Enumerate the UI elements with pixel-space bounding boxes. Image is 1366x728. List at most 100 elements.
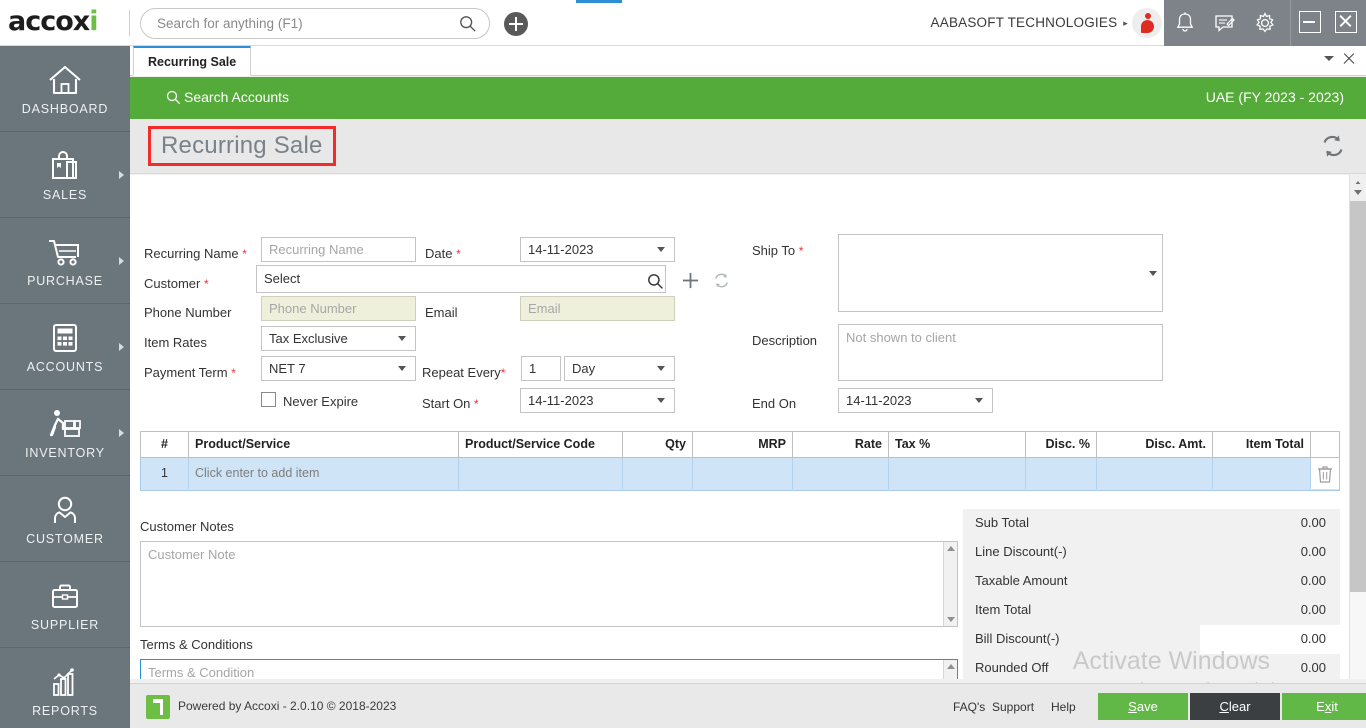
date-label: Date * xyxy=(425,246,461,261)
table-row[interactable]: 1 Click enter to add item xyxy=(140,458,1340,491)
grid-cell-code[interactable] xyxy=(459,458,623,489)
app-logo: accoxi xyxy=(8,6,128,40)
chevron-down-icon[interactable] xyxy=(975,398,983,403)
page-scrollbar[interactable] xyxy=(1349,175,1366,679)
avatar-dot-top xyxy=(1145,13,1151,19)
close-icon[interactable] xyxy=(1342,52,1356,66)
support-link[interactable]: Support xyxy=(992,700,1034,714)
tab-recurring-sale[interactable]: Recurring Sale xyxy=(133,46,252,76)
customer-notes-label: Customer Notes xyxy=(140,519,234,534)
total-row-taxable-amount: Taxable Amount 0.00 xyxy=(963,567,1340,596)
scroll-thumb[interactable] xyxy=(1350,192,1366,592)
chevron-down-icon[interactable] xyxy=(947,617,955,622)
trash-icon[interactable] xyxy=(1317,465,1333,483)
faqs-link[interactable]: FAQ's xyxy=(953,700,985,714)
sidebar-item-customer[interactable]: CUSTOMER xyxy=(0,476,130,562)
start-on-picker[interactable]: 14-11-2023 xyxy=(520,388,675,413)
chevron-down-icon[interactable] xyxy=(657,366,665,371)
grid-cell-rate[interactable] xyxy=(793,458,889,489)
item-rates-select[interactable]: Tax Exclusive xyxy=(261,326,416,351)
refresh-icon[interactable] xyxy=(1318,131,1348,161)
shopping-bag-icon xyxy=(0,146,130,186)
message-icon[interactable] xyxy=(1212,10,1238,36)
payment-term-select[interactable]: NET 7 xyxy=(261,356,416,381)
customer-notes-textarea[interactable] xyxy=(140,541,958,627)
minimize-button[interactable] xyxy=(1299,11,1321,33)
chevron-down-icon[interactable] xyxy=(657,398,665,403)
email-input[interactable] xyxy=(520,296,675,321)
exit-button[interactable]: Exit xyxy=(1282,693,1366,720)
date-picker[interactable]: 14-11-2023 xyxy=(520,237,675,262)
chevron-down-icon[interactable] xyxy=(398,366,406,371)
end-on-picker[interactable]: 14-11-2023 xyxy=(838,388,993,413)
recurring-name-input[interactable] xyxy=(261,237,416,262)
ship-to-select[interactable] xyxy=(838,234,1163,312)
payment-term-label: Payment Term * xyxy=(144,365,236,380)
search-input[interactable] xyxy=(157,9,447,38)
chevron-down-icon[interactable] xyxy=(657,247,665,252)
search-icon[interactable] xyxy=(647,273,664,290)
sidebar-item-reports[interactable]: REPORTS xyxy=(0,648,130,728)
sidebar-item-label: SALES xyxy=(42,188,88,202)
search-icon[interactable] xyxy=(166,90,181,105)
grid-cell-disc-amount[interactable] xyxy=(1097,458,1213,489)
chevron-down-icon[interactable] xyxy=(1149,271,1157,276)
chevron-up-icon[interactable] xyxy=(947,546,955,551)
bell-icon[interactable] xyxy=(1172,10,1198,36)
scroll-down-button[interactable] xyxy=(1350,184,1366,201)
active-window-indicator xyxy=(576,0,622,3)
total-value: 0.00 xyxy=(1300,544,1326,559)
refresh-icon[interactable] xyxy=(712,271,731,290)
items-grid: # Product/Service Product/Service Code Q… xyxy=(140,431,1340,491)
add-new-button[interactable] xyxy=(504,12,528,36)
grid-cell-tax[interactable] xyxy=(889,458,1026,489)
grid-cell-product[interactable]: Click enter to add item xyxy=(189,458,459,489)
grid-header-cell: Product/Service Code xyxy=(459,432,623,457)
gear-icon[interactable] xyxy=(1252,10,1278,36)
clear-button[interactable]: Clear xyxy=(1190,693,1280,720)
chevron-right-icon: ▸ xyxy=(1123,18,1128,28)
tab-label: Recurring Sale xyxy=(148,54,237,69)
total-value: 0.00 xyxy=(1300,515,1326,530)
plus-icon[interactable] xyxy=(681,271,700,290)
phone-number-input[interactable] xyxy=(261,296,416,321)
chevron-down-icon[interactable] xyxy=(1324,56,1334,61)
sidebar-item-purchase[interactable]: PURCHASE xyxy=(0,218,130,304)
start-on-value: 14-11-2023 xyxy=(528,393,594,408)
save-button[interactable]: Save xyxy=(1098,693,1188,720)
close-button[interactable] xyxy=(1335,11,1357,33)
help-link[interactable]: Help xyxy=(1051,700,1076,714)
terms-conditions-textarea[interactable] xyxy=(140,659,958,679)
sidebar-item-dashboard[interactable]: DASHBOARD xyxy=(0,46,130,132)
search-icon[interactable] xyxy=(459,15,477,33)
avatar-dot-body xyxy=(1141,20,1154,33)
total-label: Rounded Off xyxy=(975,660,1049,675)
grid-header-cell: Qty xyxy=(623,432,693,457)
bar-chart-icon xyxy=(0,662,130,702)
grid-header-cell: Product/Service xyxy=(189,432,459,457)
grid-cell-mrp[interactable] xyxy=(693,458,793,489)
grid-cell-qty[interactable] xyxy=(623,458,693,489)
grid-cell-item-total[interactable] xyxy=(1213,458,1311,489)
chevron-up-icon[interactable] xyxy=(947,664,955,669)
topbar-icon-zone xyxy=(1164,0,1290,46)
grid-cell-disc-percent[interactable] xyxy=(1026,458,1097,489)
never-expire-checkbox[interactable] xyxy=(261,392,276,407)
customer-notes-scrollbar[interactable] xyxy=(943,542,957,626)
repeat-every-count-input[interactable]: 1 xyxy=(521,356,561,381)
search-accounts-label[interactable]: Search Accounts xyxy=(184,89,289,105)
description-textarea[interactable] xyxy=(838,324,1163,381)
global-search[interactable] xyxy=(140,8,490,39)
chevron-down-icon[interactable] xyxy=(398,336,406,341)
total-value: 0.00 xyxy=(1300,573,1326,588)
sidebar-item-accounts[interactable]: ACCOUNTS xyxy=(0,304,130,390)
sidebar-item-inventory[interactable]: INVENTORY xyxy=(0,390,130,476)
sidebar-item-supplier[interactable]: SUPPLIER xyxy=(0,562,130,648)
company-selector[interactable]: AABASOFT TECHNOLOGIES ▸ xyxy=(931,15,1128,30)
terms-conditions-scrollbar[interactable] xyxy=(943,660,957,679)
never-expire-label[interactable]: Never Expire xyxy=(283,394,358,409)
avatar[interactable] xyxy=(1132,8,1162,38)
customer-select[interactable]: Select xyxy=(256,265,666,293)
repeat-count-value: 1 xyxy=(529,361,537,376)
sidebar-item-sales[interactable]: SALES xyxy=(0,132,130,218)
